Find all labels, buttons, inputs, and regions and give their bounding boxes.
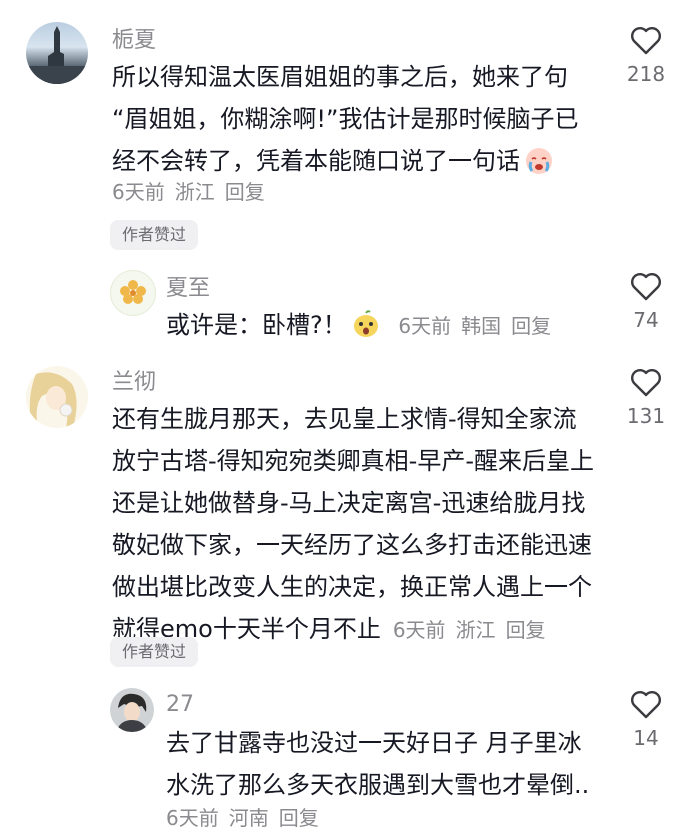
comment-text: 所以得知温太医眉姐姐的事之后，她来了句 “眉姐姐，你糊涂啊!”我估计是那时候脑子… xyxy=(112,56,612,188)
username[interactable]: 兰彻 xyxy=(112,368,156,398)
comment-line: 还有生胧月那天，去见皇上求情-得知全家流 xyxy=(112,405,577,433)
heart-outline-icon xyxy=(631,27,661,55)
comment-line: 还是让她做替身-马上决定离宫-迅速给胧月找 xyxy=(112,489,586,517)
like-count: 74 xyxy=(633,308,659,332)
reply-button[interactable]: 回复 xyxy=(506,618,546,642)
comment-location: 韩国 xyxy=(461,314,502,338)
reply-text: 或许是：卧槽?！ 6天前 韩国 回复 xyxy=(166,304,561,352)
like-button[interactable]: 218 xyxy=(616,26,676,86)
username[interactable]: 栀夏 xyxy=(112,26,156,56)
reply-text-body: 或许是：卧槽?！ xyxy=(166,311,347,339)
like-count: 218 xyxy=(626,62,666,86)
shocked-face-emoji xyxy=(351,309,381,352)
author-liked-badge: 作者赞过 xyxy=(110,637,199,667)
like-button[interactable]: 131 xyxy=(616,368,676,428)
reply-meta: 6天前 韩国 回复 xyxy=(398,314,561,338)
heart-outline-icon xyxy=(631,273,661,301)
avatar[interactable] xyxy=(110,688,154,732)
avatar[interactable] xyxy=(26,22,88,84)
comment-time: 6天前 xyxy=(398,314,452,338)
username[interactable]: 夏至 xyxy=(166,274,210,304)
reply-button[interactable]: 回复 xyxy=(511,314,551,338)
comment-time: 6天前 xyxy=(112,180,165,204)
comment-location: 河南 xyxy=(228,806,269,830)
comment-time: 6天前 xyxy=(166,806,219,830)
username[interactable]: 27 xyxy=(166,690,194,720)
comment-meta: 6天前 浙江 回复 xyxy=(112,178,275,206)
reply-button[interactable]: 回复 xyxy=(279,806,319,830)
like-button[interactable]: 14 xyxy=(616,690,676,750)
comment-meta: 6天前 浙江 回复 xyxy=(393,618,556,642)
comment-location: 浙江 xyxy=(174,180,215,204)
comment-line: 敬妃做下家，一天经历了这么多打击还能迅速 xyxy=(112,531,592,559)
comment-line: 放宁古塔-得知宛宛类卿真相-早产-醒来后皇上 xyxy=(112,447,594,475)
like-button[interactable]: 74 xyxy=(616,272,676,332)
comment-line: 做出堪比改变人生的决定，换正常人遇上一个 xyxy=(112,573,592,601)
comment-time: 6天前 xyxy=(392,618,446,642)
comment-line: 所以得知温太医眉姐姐的事之后，她来了句 xyxy=(112,63,568,91)
comment-location: 浙江 xyxy=(455,618,496,642)
crying-face-emoji xyxy=(524,145,554,188)
comment-text: 还有生胧月那天，去见皇上求情-得知全家流 放宁古塔-得知宛宛类卿真相-早产-醒来… xyxy=(112,398,612,651)
heart-outline-icon xyxy=(631,691,661,719)
comment-line: “眉姐姐，你糊涂啊!”我估计是那时候脑子已 xyxy=(112,105,579,133)
like-count: 131 xyxy=(626,404,666,428)
comment-line-text: 经不会转了，凭着本能随口说了一句话 xyxy=(112,147,520,175)
like-count: 14 xyxy=(633,726,659,750)
avatar[interactable] xyxy=(110,270,156,316)
author-liked-badge: 作者赞过 xyxy=(110,220,199,250)
reply-meta: 6天前 河南 回复 xyxy=(166,804,329,832)
reply-button[interactable]: 回复 xyxy=(225,180,265,204)
avatar[interactable] xyxy=(26,366,88,428)
reply-line: 去了甘露寺也没过一天好日子 月子里冰 xyxy=(166,729,582,757)
heart-outline-icon xyxy=(631,369,661,397)
reply-text: 去了甘露寺也没过一天好日子 月子里冰 水洗了那么多天衣服遇到大雪也才晕倒.. xyxy=(166,722,606,806)
reply-line: 水洗了那么多天衣服遇到大雪也才晕倒.. xyxy=(166,771,590,799)
